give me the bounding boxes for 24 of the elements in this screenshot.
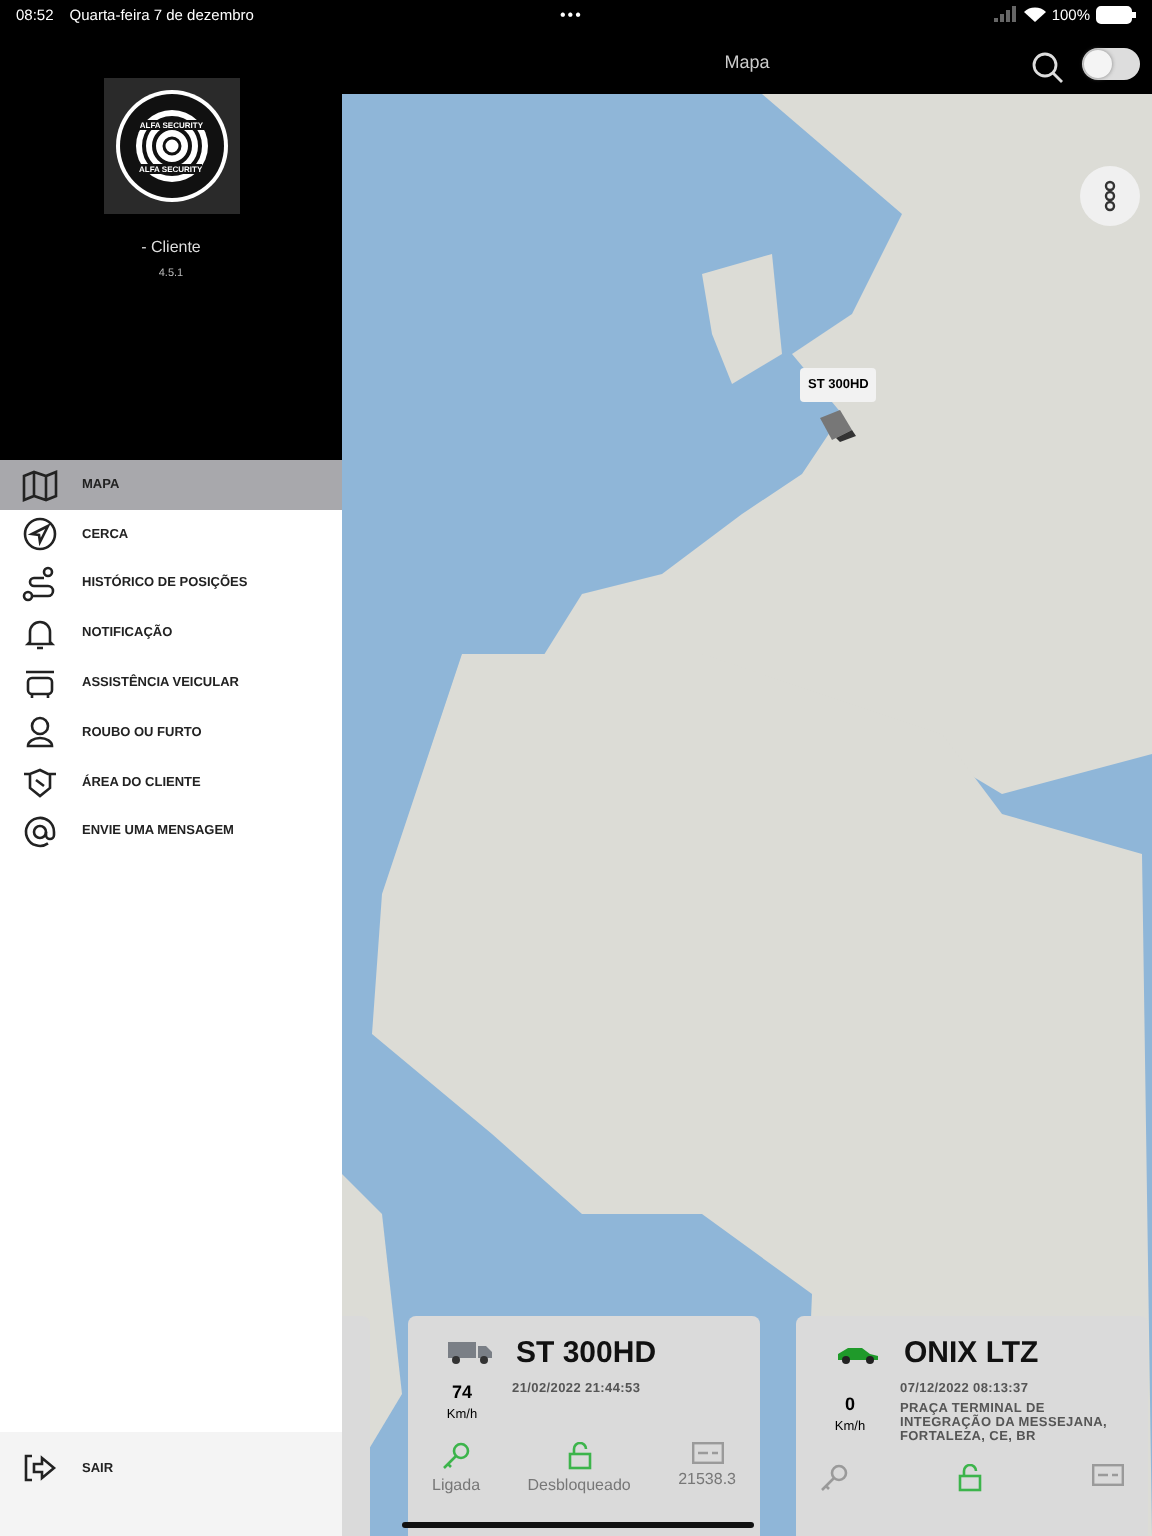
map-icon bbox=[22, 466, 58, 503]
person-icon bbox=[22, 714, 58, 751]
status-label: Desbloqueado bbox=[527, 1476, 631, 1494]
wifi-icon bbox=[1023, 6, 1046, 22]
vehicle-name: ST 300HD bbox=[516, 1336, 657, 1370]
multitask-dots: ••• bbox=[560, 5, 583, 23]
route-icon bbox=[22, 565, 58, 602]
battery-icon bbox=[1096, 5, 1136, 23]
speed-value: 74 bbox=[451, 1382, 472, 1402]
page-title: Mapa bbox=[724, 51, 770, 71]
list-toggle[interactable] bbox=[1082, 48, 1140, 80]
signal-icon bbox=[993, 6, 1018, 22]
bell-icon bbox=[22, 615, 58, 652]
logout-icon bbox=[22, 1450, 58, 1487]
navigation-icon bbox=[22, 516, 58, 553]
search-icon[interactable] bbox=[1032, 52, 1064, 84]
status-label: Ligada bbox=[432, 1476, 481, 1494]
vehicle-name: ONIX LTZ bbox=[904, 1336, 1039, 1370]
vertical-dots-icon bbox=[1104, 180, 1116, 212]
at-sign-icon bbox=[22, 813, 58, 850]
truck-marker-icon[interactable] bbox=[816, 410, 856, 442]
status-label: 21538.3 bbox=[678, 1470, 736, 1488]
user-name: - Cliente bbox=[141, 238, 201, 256]
speed-value: 0 bbox=[844, 1393, 855, 1413]
